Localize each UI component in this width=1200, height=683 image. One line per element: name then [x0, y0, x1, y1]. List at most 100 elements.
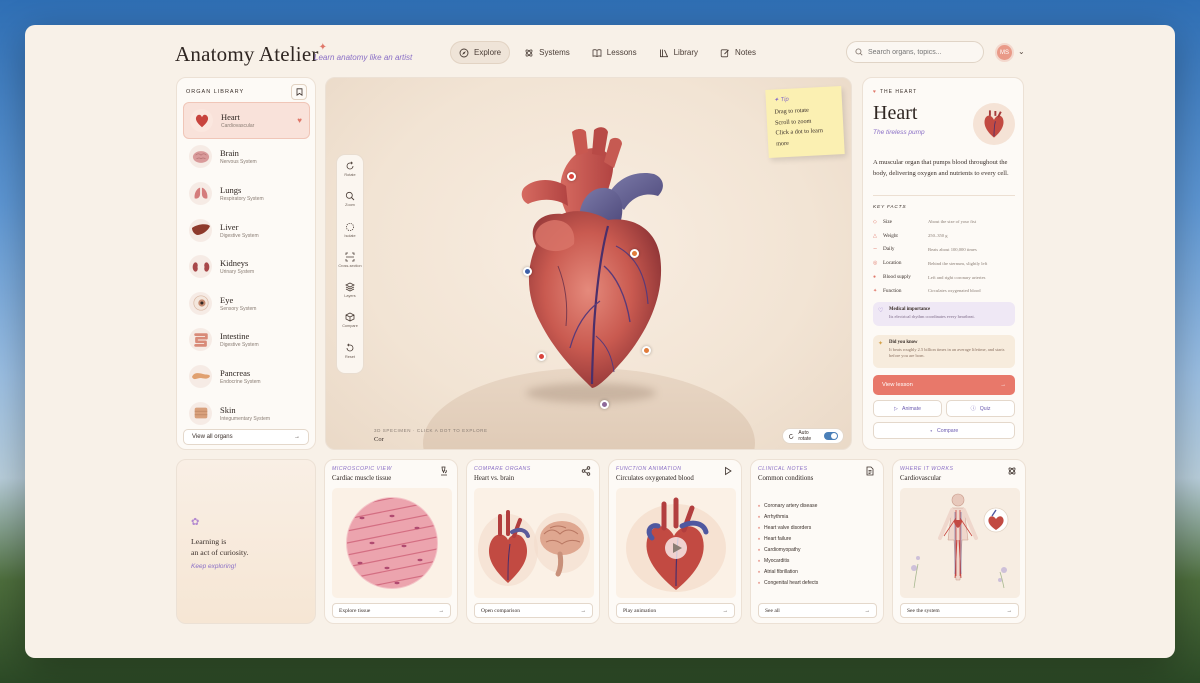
organ-system: Respiratory System — [220, 195, 264, 202]
tool-zoom[interactable]: Zoom — [345, 191, 355, 221]
arrow-right-icon: → — [1000, 382, 1006, 388]
condition-item[interactable]: Congenital heart defects — [758, 577, 878, 588]
circulatory-system-illustration — [900, 488, 1020, 598]
hotspot-aorta[interactable] — [567, 172, 576, 181]
specimen-viewer[interactable]: Rotate Zoom Isolate Cross-section Layers… — [325, 77, 852, 450]
see-all-button[interactable]: See all → — [758, 603, 877, 618]
see-the-system-button[interactable]: See the system → — [900, 603, 1019, 618]
brand-logo[interactable]: Anatomy Atelier✦ — [175, 42, 327, 67]
open-comparison-button[interactable]: Open comparison → — [474, 603, 593, 618]
condition-item[interactable]: Arrhythmia — [758, 511, 878, 522]
condition-item[interactable]: Heart valve disorders — [758, 522, 878, 533]
nav-systems[interactable]: Systems — [516, 41, 578, 64]
tool-isolate[interactable]: Isolate — [344, 222, 356, 252]
organ-item-lungs[interactable]: Lungs Respiratory System — [183, 175, 310, 212]
rotate-icon — [346, 161, 354, 170]
card-title: Heart vs. brain — [474, 475, 515, 482]
organ-item-intestine[interactable]: Intestine Digestive System — [183, 322, 310, 359]
user-avatar[interactable]: MS — [995, 43, 1014, 62]
auto-rotate-toggle[interactable] — [824, 432, 838, 440]
header: Anatomy Atelier✦ Learn anatomy like an a… — [25, 25, 1175, 75]
tool-cross-section[interactable]: Cross-section — [338, 252, 362, 282]
quote-signature: Keep exploring! — [191, 563, 237, 570]
card-eyebrow: MICROSCOPIC VIEW — [332, 466, 392, 472]
nav-lessons[interactable]: Lessons — [584, 41, 645, 64]
arrow-right-icon: → — [580, 607, 587, 614]
hotspot-right-ventricle[interactable] — [537, 352, 546, 361]
tool-reset[interactable]: Reset — [345, 343, 355, 373]
organ-name: Heart — [221, 111, 240, 122]
condition-item[interactable]: Cardiomyopathy — [758, 544, 878, 555]
hotspot-left-ventricle[interactable] — [642, 346, 651, 355]
heart-thumbnail — [973, 103, 1015, 145]
organ-name: Liver — [220, 221, 239, 232]
kidneys-icon — [189, 255, 212, 279]
card-eyebrow: WHERE IT WORKS — [900, 466, 954, 472]
card-eyebrow: CLINICAL NOTES — [758, 466, 808, 472]
organ-item-liver[interactable]: Liver Digestive System — [183, 212, 310, 249]
atom-icon — [525, 49, 533, 56]
condition-item[interactable]: Myocarditis — [758, 555, 878, 566]
arrow-right-icon: → — [722, 607, 729, 614]
organ-list: Heart Cardiovascular ♥ Brain Nervous Syste… — [183, 102, 310, 431]
search-bar[interactable] — [846, 41, 984, 63]
compare-button[interactable]: ∘ Compare — [873, 422, 1015, 439]
atom-icon[interactable] — [1007, 466, 1017, 476]
isolate-icon — [346, 222, 354, 231]
compare-organs-card: COMPARE ORGANS Heart vs. brain Open comp… — [466, 459, 600, 624]
nav-library[interactable]: Library — [651, 41, 706, 64]
heart-model[interactable] — [496, 126, 692, 396]
condition-item[interactable]: Heart failure — [758, 533, 878, 544]
search-input[interactable] — [868, 48, 978, 56]
hotspot-apex[interactable] — [600, 400, 609, 409]
tagline: Learn anatomy like an artist — [314, 53, 413, 62]
organ-item-heart[interactable]: Heart Cardiovascular ♥ — [183, 102, 310, 139]
quote-card: ✿ Learning is an act of curiosity. Keep … — [176, 459, 316, 624]
animate-button[interactable]: ▷ Animate — [873, 400, 942, 417]
tool-rotate[interactable]: Rotate — [344, 161, 356, 191]
arrow-right-icon: → — [294, 434, 300, 440]
compass-icon — [459, 48, 469, 57]
hotspot-pulmonary-artery[interactable] — [630, 249, 639, 258]
share-icon[interactable] — [581, 466, 591, 476]
detail-description: A muscular organ that pumps blood throug… — [873, 159, 1009, 177]
key-facts-title: KEY FACTS — [873, 205, 907, 210]
document-icon[interactable] — [865, 466, 875, 476]
arrow-right-icon: → — [864, 607, 871, 614]
organ-item-eye[interactable]: Eye Sensory System — [183, 285, 310, 322]
view-lesson-button[interactable]: View lesson → — [873, 375, 1015, 395]
organ-name: Intestine — [220, 331, 250, 342]
card-eyebrow: COMPARE ORGANS — [474, 466, 531, 472]
view-all-organs-button[interactable]: View all organs → — [183, 429, 309, 445]
nav-explore[interactable]: Explore — [450, 41, 511, 64]
stethoscope-icon: ♡ — [878, 308, 884, 314]
play-animation-button[interactable]: Play animation → — [616, 603, 735, 618]
organ-item-kidneys[interactable]: Kidneys Urinary System — [183, 248, 310, 285]
lungs-icon — [189, 181, 212, 205]
fact-size: ◇ Size About the size of your fist — [873, 218, 977, 225]
detail-title: Heart — [873, 102, 918, 124]
card-eyebrow: FUNCTION ANIMATION — [616, 466, 682, 472]
play-icon[interactable] — [723, 466, 733, 476]
heart-vs-brain-illustration — [474, 488, 594, 598]
quiz-button[interactable]: ⓘ Quiz — [946, 400, 1015, 417]
organ-item-pancreas[interactable]: Pancreas Endocrine System — [183, 358, 310, 395]
organ-name: Eye — [220, 294, 234, 305]
brand-star-icon: ✦ — [318, 42, 328, 53]
hotspot-vena-cava[interactable] — [523, 267, 532, 276]
tool-compare[interactable]: Compare — [342, 312, 358, 342]
condition-item[interactable]: Atrial fibrillation — [758, 566, 878, 577]
organ-item-brain[interactable]: Brain Nervous System — [183, 139, 310, 176]
nav-notes[interactable]: Notes — [712, 41, 764, 64]
auto-rotate-control[interactable]: Auto rotate — [782, 428, 844, 444]
explore-tissue-button[interactable]: Explore tissue → — [332, 603, 451, 618]
microscope-icon[interactable] — [439, 466, 449, 476]
organ-item-skin[interactable]: Skin Integumentary System — [183, 395, 310, 432]
chevron-down-icon[interactable]: ⌄ — [1018, 47, 1025, 56]
organ-system: Nervous System — [220, 159, 257, 166]
tool-layers[interactable]: Layers — [344, 282, 356, 312]
medical-importance-card: ♡ Medical importance Its electrical rhyt… — [873, 302, 1015, 326]
favorite-heart-icon[interactable]: ♥ — [297, 116, 302, 125]
condition-item[interactable]: Coronary artery disease — [758, 500, 878, 511]
bookmark-button[interactable] — [291, 84, 307, 100]
